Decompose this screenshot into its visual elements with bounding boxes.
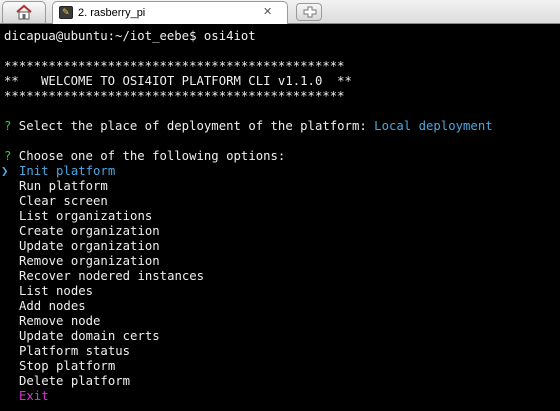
menu-option-clear-screen[interactable]: Clear screen [19,194,108,209]
options-question: ? Choose one of the following options: [4,149,285,164]
menu-option-update-domain-certs[interactable]: Update domain certs [19,329,160,344]
menu-option-recover-nodered-instances[interactable]: Recover nodered instances [19,269,204,284]
putty-icon-glyph: ✎ [62,8,70,18]
terminal-output[interactable]: dicapua@ubuntu:~/iot_eebe$ osi4iot *****… [0,24,560,411]
menu-option-delete-platform[interactable]: Delete platform [19,374,130,389]
options-question-text: Choose one of the following options: [11,149,286,163]
menu-option-add-nodes[interactable]: Add nodes [19,299,86,314]
tab-label: 2. rasberry_pi [78,7,146,19]
menu-option-exit[interactable]: Exit [19,389,49,404]
deployment-question-text: Select the place of deployment of the pl… [11,119,375,133]
tab-rasberry-pi[interactable]: ✎ 2. rasberry_pi ✕ [52,1,288,24]
menu-option-platform-status[interactable]: Platform status [19,344,130,359]
home-icon [16,4,32,20]
banner-line-2: ** WELCOME TO OSI4IOT PLATFORM CLI v1.1.… [4,74,352,88]
putty-icon: ✎ [59,6,73,19]
banner-line-3: ****************************************… [4,89,345,103]
deployment-answer: Local deployment [374,119,493,133]
menu-option-stop-platform[interactable]: Stop platform [19,359,115,374]
close-icon[interactable]: ✕ [263,5,272,19]
command-prompt: dicapua@ubuntu:~/iot_eebe$ osi4iot [4,29,256,43]
new-tab-icon [303,6,317,18]
menu-option-create-organization[interactable]: Create organization [19,224,160,239]
selection-pointer-icon: ❯ [1,164,9,178]
menu-option-list-organizations[interactable]: List organizations [19,209,152,224]
home-tab[interactable] [2,1,46,23]
deployment-question: ? Select the place of deployment of the … [4,119,493,134]
menu-option-remove-node[interactable]: Remove node [19,314,100,329]
banner-line-1: ****************************************… [4,59,345,73]
menu-option-run-platform[interactable]: Run platform [19,179,108,194]
menu-option-update-organization[interactable]: Update organization [19,239,160,254]
menu-option-init-platform[interactable]: Init platform [19,164,115,179]
tab-bar: ✎ 2. rasberry_pi ✕ [0,0,560,24]
terminal-window: ✎ 2. rasberry_pi ✕ dicapua@ubuntu:~/iot_… [0,0,560,411]
menu-option-list-nodes[interactable]: List nodes [19,284,93,299]
menu-option-remove-organization[interactable]: Remove organization [19,254,160,269]
new-tab-button[interactable] [296,3,322,21]
